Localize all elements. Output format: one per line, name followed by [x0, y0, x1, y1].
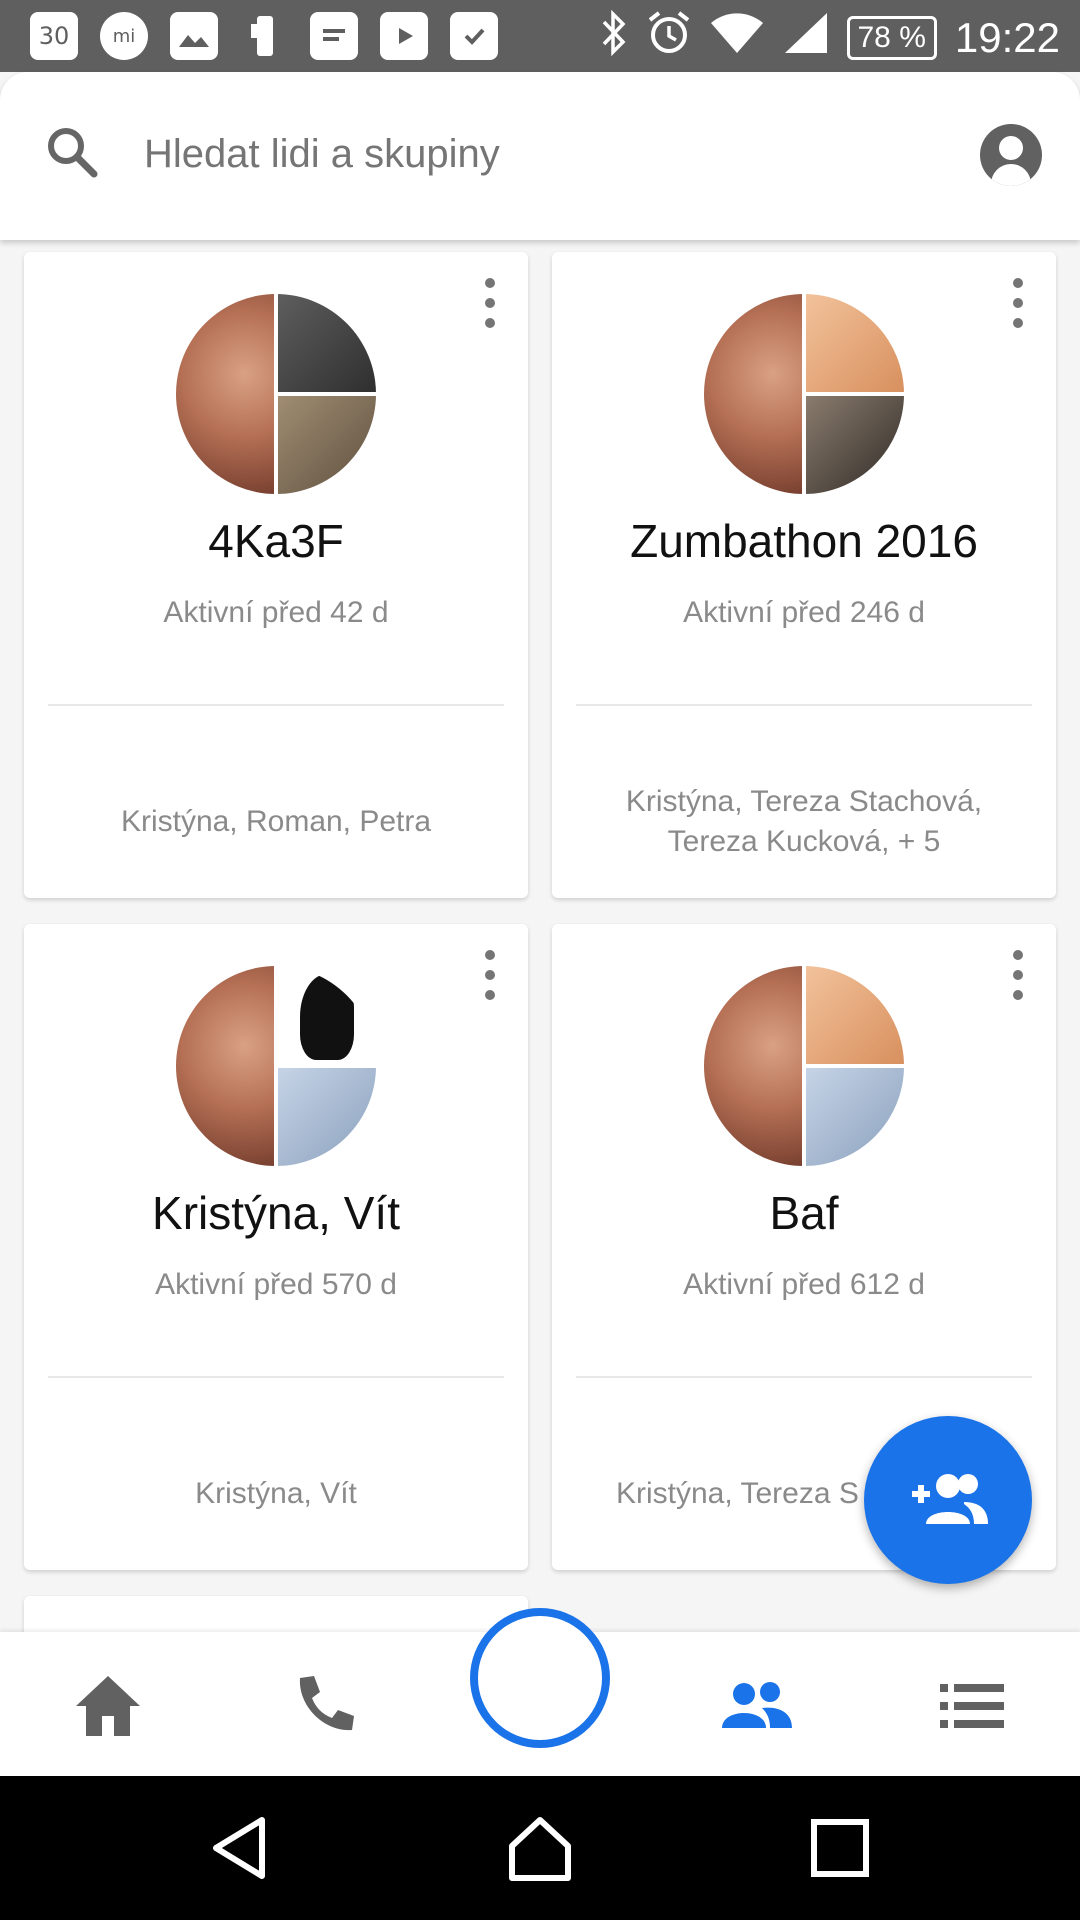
people-icon[interactable] — [716, 1666, 796, 1746]
group-activity: Aktivní před 42 d — [163, 596, 389, 629]
card-divider — [576, 1376, 1032, 1378]
system-navigation-bar — [0, 1776, 1080, 1920]
group-avatar — [176, 966, 376, 1166]
bluetooth-icon — [599, 9, 629, 66]
group-avatar — [704, 966, 904, 1166]
more-options-icon[interactable] — [1008, 950, 1028, 1000]
signal-icon — [783, 11, 829, 65]
group-card[interactable]: Zumbathon 2016 Aktivní před 246 d Kristý… — [552, 252, 1056, 898]
group-avatar — [704, 294, 904, 494]
phone-transfer-icon — [240, 12, 288, 60]
group-activity: Aktivní před 246 d — [683, 596, 925, 629]
notification-icons: 30 mi — [30, 12, 498, 60]
more-options-icon[interactable] — [480, 950, 500, 1000]
calendar-icon: 30 — [30, 12, 78, 60]
clock: 19:22 — [954, 14, 1060, 61]
battery-indicator: 78 % — [846, 16, 937, 60]
group-avatar — [176, 294, 376, 494]
search-bar — [0, 72, 1080, 240]
message-icon — [310, 12, 358, 60]
group-members: Kristýna, Vít — [195, 1477, 357, 1510]
play-store-icon — [380, 12, 428, 60]
search-input[interactable] — [144, 132, 904, 177]
card-divider — [48, 1376, 504, 1378]
home-outline-icon[interactable] — [504, 1812, 576, 1884]
more-options-icon[interactable] — [1008, 278, 1028, 328]
home-icon[interactable] — [68, 1666, 148, 1746]
group-title: Zumbathon 2016 — [630, 515, 978, 567]
card-divider — [576, 704, 1032, 706]
group-title: 4Ka3F — [208, 515, 344, 567]
account-icon[interactable] — [980, 124, 1042, 186]
list-icon[interactable] — [932, 1666, 1012, 1746]
back-icon[interactable] — [204, 1812, 276, 1884]
card-divider — [48, 704, 504, 706]
recents-icon[interactable] — [804, 1812, 876, 1884]
wifi-icon — [709, 11, 765, 65]
status-bar: 30 mi 78 % 19:22 — [0, 0, 1080, 72]
gallery-icon — [170, 12, 218, 60]
add-group-icon — [912, 1474, 988, 1524]
group-card[interactable]: 4Ka3F Aktivní před 42 d Kristýna, Roman,… — [24, 252, 528, 898]
add-group-button[interactable] — [864, 1416, 1032, 1584]
camera-capture-circle[interactable] — [470, 1608, 610, 1748]
group-activity: Aktivní před 612 d — [683, 1268, 925, 1301]
briefcase-check-icon — [450, 12, 498, 60]
group-title: Kristýna, Vít — [152, 1187, 400, 1239]
alarm-icon — [647, 10, 691, 66]
calendar-day: 30 — [38, 22, 70, 50]
group-members: Kristýna, Tereza Stachová, Tereza Kuckov… — [625, 785, 983, 858]
phone-icon[interactable] — [284, 1666, 364, 1746]
group-card[interactable]: Kristýna, Vít Aktivní před 570 d Kristýn… — [24, 924, 528, 1570]
mi-text: mi — [112, 25, 136, 47]
group-title: Baf — [769, 1187, 839, 1239]
system-status: 78 % 19:22 — [599, 9, 1060, 66]
search-icon[interactable] — [42, 122, 102, 182]
group-members: Kristýna, Roman, Petra — [120, 805, 432, 838]
mi-icon: mi — [100, 12, 148, 60]
group-activity: Aktivní před 570 d — [155, 1268, 397, 1301]
more-options-icon[interactable] — [480, 278, 500, 328]
